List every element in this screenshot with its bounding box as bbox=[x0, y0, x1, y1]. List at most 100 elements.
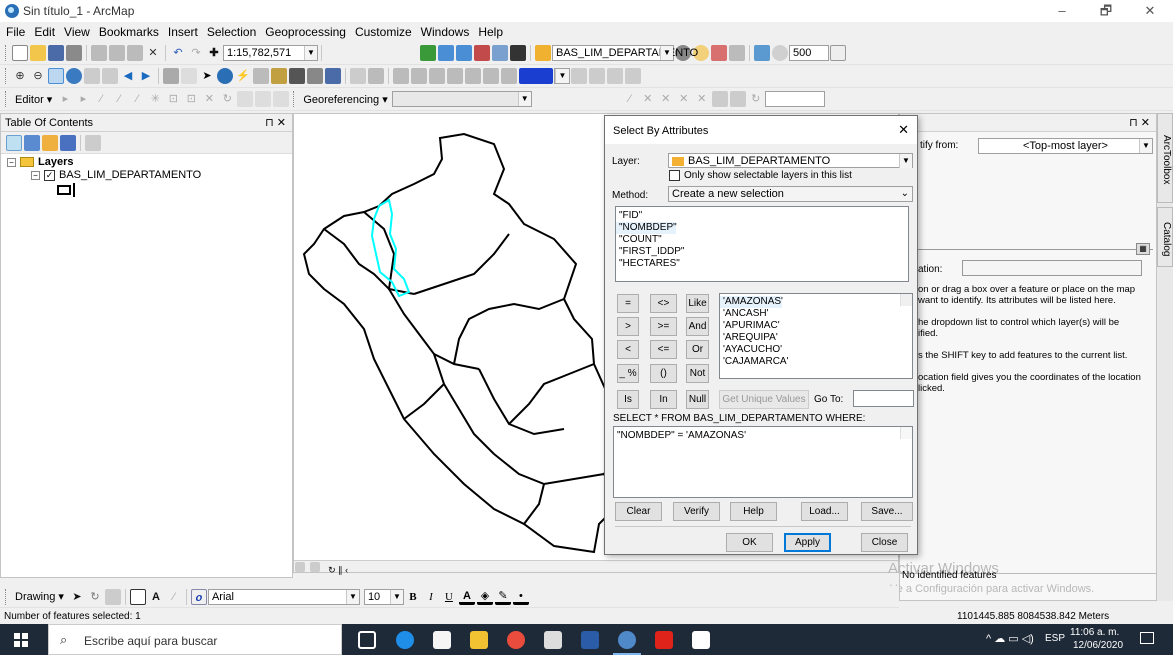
transparency-icon[interactable] bbox=[729, 45, 745, 61]
tool-icon[interactable] bbox=[447, 68, 463, 84]
cut-polygon-icon[interactable]: ⊡ bbox=[183, 91, 199, 107]
paste-icon[interactable] bbox=[127, 45, 143, 61]
tool-icon[interactable] bbox=[411, 68, 427, 84]
viewer-icon[interactable] bbox=[368, 68, 384, 84]
georeferencing-menu[interactable]: Georeferencing ▾ bbox=[303, 93, 387, 106]
forward-icon[interactable]: ▶ bbox=[138, 68, 154, 84]
find-route-icon[interactable] bbox=[307, 68, 323, 84]
mail-icon[interactable] bbox=[544, 631, 562, 649]
menu-bookmarks[interactable]: Bookmarks bbox=[99, 25, 159, 39]
color-swatch[interactable] bbox=[519, 68, 553, 84]
list-by-visibility-icon[interactable] bbox=[42, 134, 58, 151]
location-field[interactable] bbox=[962, 260, 1142, 276]
curve-icon[interactable]: ⁄ bbox=[111, 91, 127, 107]
font-combo[interactable]: Arial ▼ bbox=[207, 588, 360, 605]
operator-or-button[interactable]: Or bbox=[686, 340, 709, 359]
apply-button[interactable]: Apply bbox=[784, 533, 831, 552]
list-by-drawing-order-icon[interactable] bbox=[6, 134, 22, 151]
values-scrollbar[interactable] bbox=[900, 294, 912, 306]
tool-icon[interactable] bbox=[571, 68, 587, 84]
underline-icon[interactable]: U bbox=[441, 589, 457, 605]
zoom-in-icon[interactable]: ⊕ bbox=[12, 68, 28, 84]
go-to-xy-icon[interactable] bbox=[325, 68, 341, 84]
toc-layers-node[interactable]: − Layers bbox=[7, 156, 73, 168]
spinner-icon[interactable] bbox=[830, 45, 846, 61]
reshape-icon[interactable]: ⊡ bbox=[165, 91, 181, 107]
straight-segment-icon[interactable]: ⁄ bbox=[93, 91, 109, 107]
toc-layer-item[interactable]: − ✓ BAS_LIM_DEPARTAMENTO bbox=[31, 169, 201, 181]
add-data-icon[interactable]: ✚ bbox=[206, 45, 222, 61]
fixed-zoom-out-icon[interactable] bbox=[102, 68, 118, 84]
list-by-selection-icon[interactable] bbox=[60, 134, 76, 151]
editor-menu[interactable]: Editor ▾ bbox=[15, 93, 52, 106]
italic-icon[interactable]: I bbox=[423, 589, 439, 605]
layer-visibility-checkbox[interactable]: ✓ bbox=[44, 169, 55, 181]
menu-customize[interactable]: Customize bbox=[355, 25, 412, 39]
rotate-icon[interactable]: ↻ bbox=[87, 589, 103, 605]
search-window-icon[interactable] bbox=[474, 45, 490, 61]
collapse-icon[interactable]: − bbox=[7, 157, 16, 167]
restore-button[interactable]: 🗗 bbox=[1084, 0, 1128, 22]
georef-tool-icon[interactable]: ✕ bbox=[640, 91, 656, 107]
georef-tool-icon[interactable]: ✕ bbox=[694, 91, 710, 107]
operator-less-button[interactable]: < bbox=[617, 340, 639, 359]
data-view-icon[interactable] bbox=[295, 562, 305, 572]
time-slider-icon[interactable] bbox=[350, 68, 366, 84]
font-color-icon[interactable]: A bbox=[458, 589, 475, 605]
chrome-icon[interactable] bbox=[507, 631, 525, 649]
clock-time[interactable]: 11:06 a. m. bbox=[1070, 627, 1119, 638]
georef-tool-icon[interactable]: ✕ bbox=[676, 91, 692, 107]
tool-icon[interactable] bbox=[483, 68, 499, 84]
operator-and-button[interactable]: And bbox=[686, 317, 709, 336]
map-horizontal-scrollbar[interactable]: ↻ ∥ ‹ bbox=[294, 560, 898, 575]
only-selectable-checkbox[interactable] bbox=[669, 170, 680, 181]
catalog-icon[interactable] bbox=[456, 45, 472, 61]
clock-date[interactable]: 12/06/2020 bbox=[1073, 640, 1123, 651]
save-icon[interactable] bbox=[48, 45, 64, 61]
effects-icon[interactable] bbox=[711, 45, 727, 61]
field-item[interactable]: "FID" bbox=[616, 210, 908, 222]
ok-button[interactable]: OK bbox=[726, 533, 773, 552]
operator-like-button[interactable]: Like bbox=[686, 294, 709, 313]
brightness-icon[interactable] bbox=[772, 45, 788, 61]
cut-icon[interactable] bbox=[91, 45, 107, 61]
delete-icon[interactable]: ✕ bbox=[145, 45, 161, 61]
menu-edit[interactable]: Edit bbox=[34, 25, 55, 39]
identify-icon[interactable] bbox=[217, 68, 233, 84]
operator-not-button[interactable]: Not bbox=[686, 364, 709, 383]
identify-splitter[interactable] bbox=[918, 249, 1153, 250]
task-view-icon[interactable] bbox=[358, 631, 376, 649]
tool-icon[interactable] bbox=[501, 68, 517, 84]
file-explorer-icon[interactable] bbox=[470, 631, 488, 649]
georef-tool-icon[interactable]: ⁄ bbox=[622, 91, 638, 107]
marker-color-icon[interactable]: • bbox=[512, 589, 529, 605]
field-item[interactable]: "HECTARES" bbox=[616, 258, 908, 270]
clear-button[interactable]: Clear bbox=[615, 502, 662, 521]
field-item[interactable]: "NOMBDEP" bbox=[616, 222, 677, 234]
menu-help[interactable]: Help bbox=[478, 25, 503, 39]
toc-pin-close[interactable]: ⊓ ✕ bbox=[265, 114, 286, 132]
verify-button[interactable]: Verify bbox=[673, 502, 720, 521]
target-layer-combo[interactable]: BAS_LIM_DEPARTAMENTO ▼ bbox=[552, 45, 698, 61]
edit-vertices-icon[interactable]: ⁄ bbox=[166, 589, 182, 605]
unique-values-list[interactable]: 'AMAZONAS' 'ANCASH' 'APURIMAC' 'AREQUIPA… bbox=[719, 293, 913, 379]
table-of-contents-icon[interactable] bbox=[438, 45, 454, 61]
taskbar-search-box[interactable]: ⌕ Escribe aquí para buscar bbox=[48, 624, 342, 655]
redo-icon[interactable]: ↷ bbox=[188, 45, 204, 61]
operator-greater-equal-button[interactable]: >= bbox=[650, 317, 677, 336]
select-features-icon[interactable] bbox=[163, 68, 179, 84]
line-color-icon[interactable]: ✎ bbox=[494, 589, 511, 605]
georef-layer-combo[interactable]: ▼ bbox=[391, 91, 532, 107]
bold-icon[interactable]: B bbox=[405, 589, 421, 605]
close-button[interactable]: Close bbox=[861, 533, 908, 552]
find-icon[interactable] bbox=[289, 68, 305, 84]
close-window-button[interactable]: ✕ bbox=[1128, 0, 1172, 22]
font-size-combo[interactable]: 10 ▼ bbox=[363, 588, 404, 605]
python-icon[interactable] bbox=[510, 45, 526, 61]
zoom-to-selected-icon[interactable] bbox=[104, 588, 121, 605]
operator-equals-button[interactable]: = bbox=[617, 294, 639, 313]
windows-start-icon[interactable] bbox=[14, 633, 28, 647]
menu-view[interactable]: View bbox=[64, 25, 90, 39]
value-item[interactable]: 'CAJAMARCA' bbox=[720, 356, 912, 368]
rectangle-icon[interactable] bbox=[129, 588, 146, 605]
